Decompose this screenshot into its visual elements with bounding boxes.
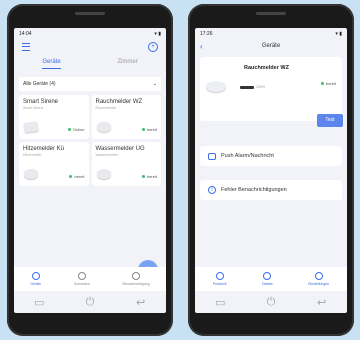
status-time: 14:04 (19, 30, 32, 37)
power-icon[interactable]: ⏻ (263, 296, 279, 309)
status-badge: bereit (141, 127, 157, 132)
chevron-down-icon: ⌄ (152, 81, 157, 87)
status-dot-icon (320, 82, 324, 85)
smoke-detector-icon (206, 81, 226, 92)
row-label: Fehler Benachrichtigungen (221, 187, 287, 193)
bottom-nav: Geräte Szenarien Benachrichtigung (14, 267, 166, 291)
nav-settings[interactable]: Einstellungen (308, 272, 329, 286)
status-bar: 14:04 ▾ ▮ (14, 28, 166, 39)
protocol-icon (215, 272, 224, 280)
details-icon (263, 272, 272, 280)
device-name: Hitzemelder Kü (23, 146, 65, 152)
back-button[interactable]: ‹ (200, 42, 212, 51)
tab-bar: Geräte Zimmer (14, 59, 166, 69)
device-type: Hitzemelder (23, 153, 42, 157)
page-title: Geräte (261, 43, 281, 49)
nav-scenarios[interactable]: Szenarien (74, 272, 90, 286)
recent-apps-icon[interactable]: ▭ (31, 296, 47, 309)
recent-apps-icon[interactable]: ▭ (212, 296, 228, 309)
phone-left: 14:04 ▾ ▮ + Geräte Zimmer Alle Geräte (4… (7, 4, 173, 336)
status-dot-icon (141, 175, 145, 178)
nav-devices[interactable]: Geräte (30, 272, 41, 286)
battery-level: 100% (256, 85, 265, 89)
device-type: Rauchmelder (95, 106, 117, 110)
push-alarm-row[interactable]: Push Alarm/Nachricht (200, 146, 342, 166)
status-badge: Online (67, 127, 85, 132)
status-icons: ▾ ▮ (335, 30, 342, 37)
nav-label: Einstellungen (308, 282, 330, 286)
device-type: Smart Sirene (23, 106, 44, 110)
power-icon[interactable]: ⏻ (82, 296, 98, 309)
device-name: Rauchmelder WZ (95, 99, 143, 105)
nav-label: Details (261, 282, 273, 286)
scenarios-icon (77, 272, 86, 280)
device-type: Wassermelder (95, 153, 118, 157)
phone-right: 17:26 ▾ ▮ ‹ Geräte Rauchmelder WZ 100% b… (188, 4, 354, 336)
device-card-smart-siren[interactable]: Smart Sirene Smart Sirene Online (19, 95, 89, 139)
menu-icon[interactable] (22, 43, 30, 51)
battery-icon (240, 85, 254, 89)
row-label: Push Alarm/Nachricht (221, 153, 274, 159)
nav-label: Szenarien (73, 282, 90, 286)
siren-device-icon (23, 121, 39, 133)
device-status: Online (72, 127, 85, 132)
nav-notifications[interactable]: Benachrichtigung (123, 272, 150, 286)
heat-detector-icon (24, 169, 38, 179)
nav-label: Protokoll (212, 282, 227, 286)
devices-icon (31, 272, 40, 280)
filter-label: Alle Geräte (4) (23, 81, 56, 87)
notification-icon (132, 272, 141, 280)
speaker (75, 12, 105, 15)
nav-label: Geräte (30, 282, 42, 286)
device-card-smoke-detector[interactable]: Rauchmelder WZ Rauchmelder bereit (91, 95, 161, 139)
device-name: Wassermelder UG (95, 146, 145, 152)
push-notification-icon (208, 152, 216, 160)
nav-label: Benachrichtigung (122, 282, 150, 286)
bottom-nav: Protokoll Details Einstellungen (195, 267, 347, 291)
add-device-icon[interactable]: + (148, 42, 158, 52)
device-status: bereit (325, 81, 336, 86)
status-dot-icon (69, 175, 73, 178)
status-dot-icon (67, 128, 71, 131)
tab-rooms[interactable]: Zimmer (117, 59, 137, 69)
nav-details[interactable]: Details (262, 272, 273, 286)
system-nav-bar: ▭ ⏻ ↩ (14, 294, 166, 310)
info-icon: i (208, 186, 216, 194)
smoke-detector-icon (96, 122, 111, 132)
nav-protocol[interactable]: Protokoll (212, 272, 227, 286)
device-filter-dropdown[interactable]: Alle Geräte (4) ⌄ (19, 77, 161, 91)
device-name: Smart Sirene (23, 99, 59, 105)
tab-devices[interactable]: Geräte (42, 59, 61, 69)
status-badge: bereit (320, 81, 336, 86)
device-card-water-detector[interactable]: Wassermelder UG Wassermelder bereit (91, 142, 161, 186)
status-bar: 17:26 ▾ ▮ (195, 28, 347, 39)
back-icon[interactable]: ↩ (314, 296, 330, 309)
status-badge: bereit (69, 174, 85, 179)
device-card-heat-detector[interactable]: Hitzemelder Kü Hitzemelder bereit (19, 142, 89, 186)
status-icons: ▾ ▮ (154, 30, 161, 37)
status-dot-icon (141, 128, 145, 131)
device-panel: Rauchmelder WZ 100% bereit (200, 57, 342, 121)
app-screen-device-detail: 17:26 ▾ ▮ ‹ Geräte Rauchmelder WZ 100% b… (195, 28, 347, 313)
status-time: 17:26 (200, 30, 213, 37)
device-status: bereit (146, 174, 157, 179)
system-nav-bar: ▭ ⏻ ↩ (195, 294, 347, 310)
device-name: Rauchmelder WZ (244, 65, 289, 71)
device-status: bereit (74, 174, 85, 179)
app-screen-device-list: 14:04 ▾ ▮ + Geräte Zimmer Alle Geräte (4… (14, 28, 166, 313)
water-detector-icon (96, 169, 111, 179)
battery-indicator: 100% (240, 85, 265, 89)
error-notifications-row[interactable]: i Fehler Benachrichtigungen (200, 180, 342, 200)
test-button[interactable]: Test (317, 114, 343, 127)
speaker (256, 12, 286, 15)
detail-header: ‹ Geräte (195, 39, 347, 53)
status-badge: bereit (141, 174, 157, 179)
device-status: bereit (146, 127, 157, 132)
device-grid: Smart Sirene Smart Sirene Online Rauchme… (14, 95, 166, 186)
gear-icon (314, 272, 323, 280)
back-icon[interactable]: ↩ (133, 296, 149, 309)
